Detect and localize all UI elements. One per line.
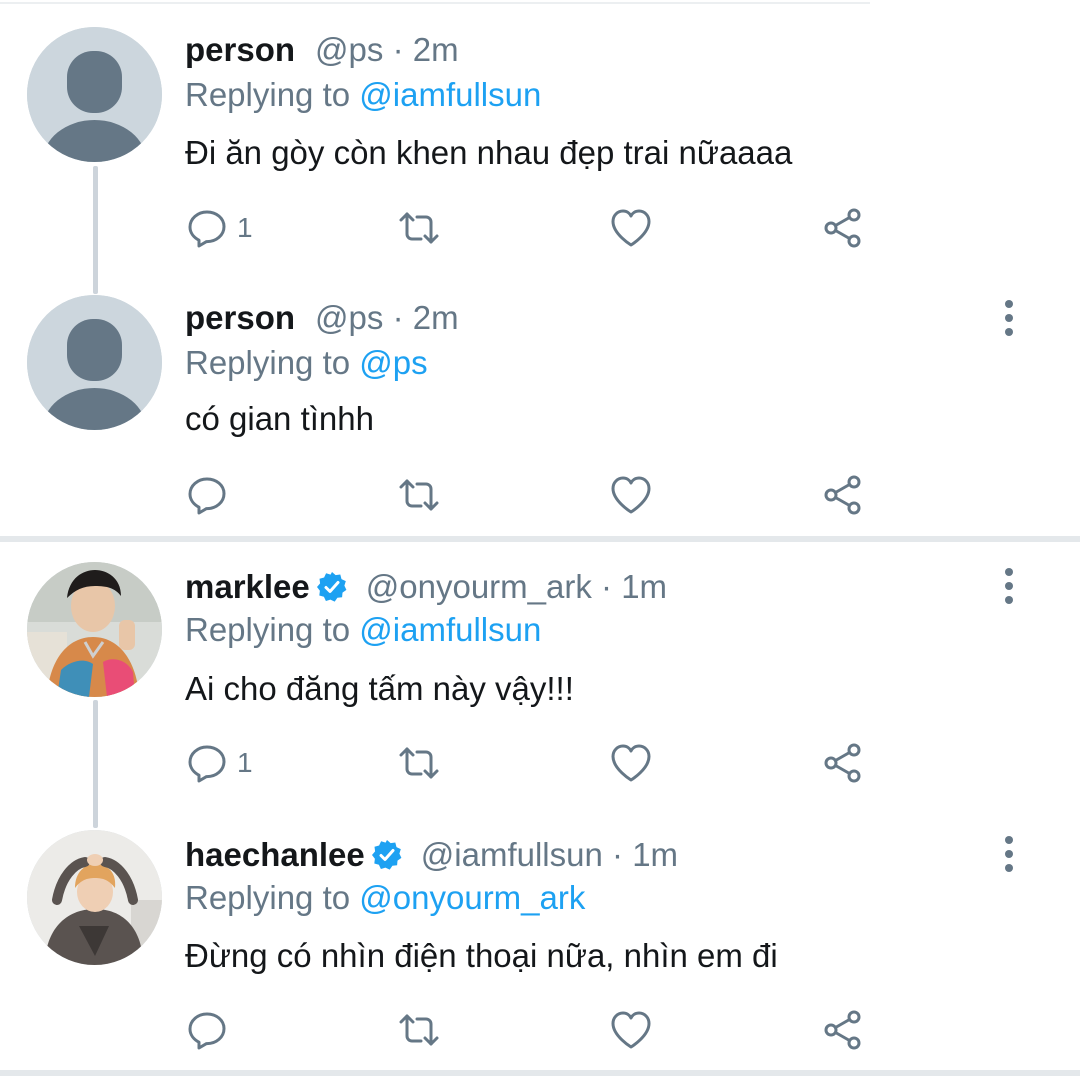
timestamp[interactable]: 1m	[632, 836, 678, 873]
user-handle[interactable]: @ps	[315, 31, 383, 68]
like-button[interactable]	[609, 473, 653, 517]
tweet-actions	[185, 1008, 885, 1052]
mention-link[interactable]: @iamfullsun	[359, 611, 541, 648]
more-options-icon[interactable]	[994, 298, 1024, 338]
speech-bubble-icon	[188, 745, 226, 783]
thread-connector	[93, 166, 98, 294]
heart-icon	[611, 209, 651, 247]
display-name[interactable]: marklee	[185, 568, 310, 605]
retweet-icon	[399, 1014, 439, 1046]
more-options-icon[interactable]	[994, 834, 1024, 874]
share-button[interactable]	[821, 1008, 865, 1052]
share-button[interactable]	[821, 206, 865, 250]
tweet-header: marklee @onyourm_ark · 1m	[185, 565, 667, 609]
tweet-text: Đi ăn gòy còn khen nhau đẹp trai nữaaaa	[185, 134, 793, 171]
top-divider	[0, 2, 870, 4]
timestamp[interactable]: 2m	[413, 299, 459, 336]
default-avatar-icon	[27, 27, 162, 162]
user-handle[interactable]: @iamfullsun	[421, 836, 603, 873]
heart-icon	[611, 744, 651, 782]
replying-to: Replying to @onyourm_ark	[185, 876, 585, 920]
share-icon	[824, 743, 861, 783]
share-button[interactable]	[821, 741, 865, 785]
user-handle[interactable]: @ps	[315, 299, 383, 336]
like-button[interactable]	[609, 741, 653, 785]
mention-link[interactable]: @iamfullsun	[359, 76, 541, 113]
tweet-text: Đừng có nhìn điện thoại nữa, nhìn em đi	[185, 937, 778, 974]
retweet-button[interactable]	[397, 741, 441, 785]
tweet-actions: 1	[185, 206, 885, 250]
conversation-divider	[0, 536, 1080, 542]
retweet-icon	[399, 212, 439, 244]
profile-photo	[27, 562, 162, 697]
more-options-icon[interactable]	[994, 566, 1024, 606]
user-handle[interactable]: @onyourm_ark	[366, 568, 592, 605]
tweet-header: person @ps · 2m	[185, 296, 459, 340]
heart-icon	[611, 476, 651, 514]
display-name[interactable]: person	[185, 31, 295, 68]
retweet-icon	[399, 479, 439, 511]
separator-dot: ·	[392, 31, 404, 68]
replying-to: Replying to @ps	[185, 341, 428, 385]
timestamp[interactable]: 2m	[413, 31, 459, 68]
share-icon	[824, 1010, 861, 1050]
retweet-button[interactable]	[397, 206, 441, 250]
reply-button[interactable]: 1	[185, 206, 253, 250]
mention-link[interactable]: @onyourm_ark	[359, 879, 585, 916]
tweet-header: haechanlee @iamfullsun · 1m	[185, 833, 678, 877]
retweet-button[interactable]	[397, 1008, 441, 1052]
tweet-text: Ai cho đăng tấm này vậy!!!	[185, 670, 574, 707]
heart-icon	[611, 1011, 651, 1049]
mention-link[interactable]: @ps	[359, 344, 427, 381]
replying-to-label: Replying to	[185, 344, 351, 381]
reply-count: 1	[237, 212, 253, 243]
replying-to-label: Replying to	[185, 879, 351, 916]
display-name[interactable]: haechanlee	[185, 836, 365, 873]
verified-badge-icon	[371, 840, 402, 870]
avatar[interactable]	[27, 27, 162, 162]
speech-bubble-icon	[188, 477, 226, 515]
avatar[interactable]	[27, 295, 162, 430]
retweet-icon	[399, 747, 439, 779]
tweet-actions	[185, 473, 885, 517]
verified-badge-icon	[316, 572, 347, 602]
separator-dot: ·	[392, 299, 404, 336]
replying-to-label: Replying to	[185, 76, 351, 113]
reply-button[interactable]	[185, 473, 237, 517]
avatar[interactable]	[27, 830, 162, 965]
reply-button[interactable]	[185, 1008, 237, 1052]
thread-connector	[93, 700, 98, 828]
tweet-text: có gian tìnhh	[185, 400, 374, 437]
separator-dot: ·	[601, 568, 613, 605]
replying-to: Replying to @iamfullsun	[185, 608, 541, 652]
speech-bubble-icon	[188, 1012, 226, 1050]
separator-dot: ·	[612, 836, 624, 873]
reply-button[interactable]: 1	[185, 741, 253, 785]
profile-photo	[27, 830, 162, 965]
reply-count: 1	[237, 747, 253, 778]
timestamp[interactable]: 1m	[621, 568, 667, 605]
share-button[interactable]	[821, 473, 865, 517]
like-button[interactable]	[609, 1008, 653, 1052]
replying-to-label: Replying to	[185, 611, 351, 648]
default-avatar-icon	[27, 295, 162, 430]
share-icon	[824, 208, 861, 248]
share-icon	[824, 475, 861, 515]
replying-to: Replying to @iamfullsun	[185, 73, 541, 117]
retweet-button[interactable]	[397, 473, 441, 517]
speech-bubble-icon	[188, 210, 226, 248]
tweet-header: person @ps · 2m	[185, 28, 459, 72]
like-button[interactable]	[609, 206, 653, 250]
tweet-actions: 1	[185, 741, 885, 785]
avatar[interactable]	[27, 562, 162, 697]
bottom-divider	[0, 1070, 1080, 1076]
display-name[interactable]: person	[185, 299, 295, 336]
